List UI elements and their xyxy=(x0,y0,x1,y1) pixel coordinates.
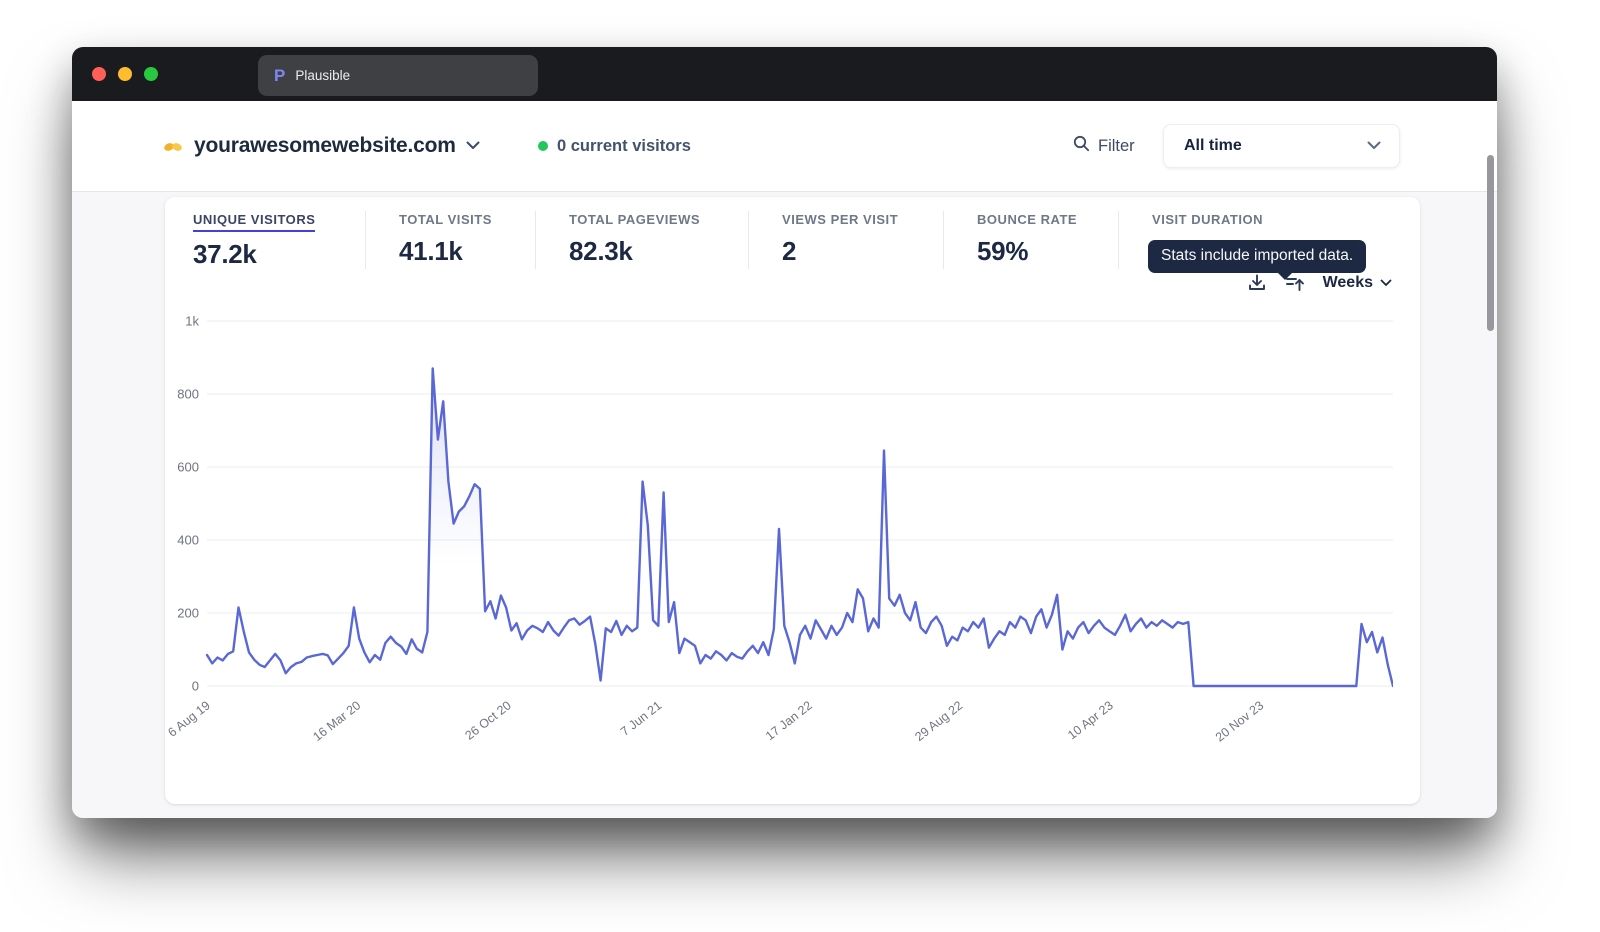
browser-tab[interactable]: P Plausible xyxy=(258,55,538,96)
page-content: yourawesomewebsite.com 0 current visitor… xyxy=(72,101,1497,818)
current-visitors-label: 0 current visitors xyxy=(557,137,691,156)
site-name: yourawesomewebsite.com xyxy=(194,134,456,158)
zoom-window-button[interactable] xyxy=(144,67,158,81)
online-status-dot-icon xyxy=(538,141,548,151)
minimize-window-button[interactable] xyxy=(118,67,132,81)
metric-value: 59% xyxy=(977,236,1118,267)
metric-tab-views-per-visit[interactable]: VIEWS PER VISIT 2 xyxy=(748,211,943,269)
chart-line xyxy=(207,368,1393,686)
filter-label: Filter xyxy=(1098,137,1135,156)
chevron-down-icon xyxy=(466,137,480,155)
stats-card: UNIQUE VISITORS37.2kTOTAL VISITS41.1kTOT… xyxy=(165,197,1420,804)
x-axis-tick: 16 Mar 20 xyxy=(310,698,363,744)
metric-label: UNIQUE VISITORS xyxy=(193,212,315,232)
metric-value: 37.2k xyxy=(193,239,365,270)
y-axis-tick: 600 xyxy=(177,460,199,475)
metric-label: TOTAL VISITS xyxy=(399,212,492,227)
x-axis-tick: 6 Aug 19 xyxy=(165,698,213,739)
date-range-value: All time xyxy=(1184,137,1242,155)
y-axis-tick: 1k xyxy=(185,314,199,329)
site-favicon-icon xyxy=(162,135,184,157)
metric-value: 41.1k xyxy=(399,236,535,267)
interval-value: Weeks xyxy=(1323,274,1373,292)
site-switcher[interactable]: yourawesomewebsite.com xyxy=(162,134,480,158)
close-window-button[interactable] xyxy=(92,67,106,81)
y-axis-tick: 200 xyxy=(177,606,199,621)
metric-label: VIEWS PER VISIT xyxy=(782,212,898,227)
x-axis-tick: 20 Nov 23 xyxy=(1213,698,1267,744)
plausible-logo-icon: P xyxy=(274,67,285,84)
tab-title: Plausible xyxy=(295,68,350,83)
dashboard-header: yourawesomewebsite.com 0 current visitor… xyxy=(72,101,1497,192)
filter-button[interactable]: Filter xyxy=(1073,135,1135,157)
metric-value: 82.3k xyxy=(569,236,748,267)
visitors-chart[interactable]: 0 200 400 600 800 1k 6 Aug 19 16 Mar 20 26 Oct 2… xyxy=(165,311,1393,781)
x-axis-tick: 29 Aug 22 xyxy=(912,698,965,744)
y-axis-tick: 0 xyxy=(192,679,199,694)
download-icon[interactable] xyxy=(1247,273,1267,293)
imported-data-tooltip: Stats include imported data. xyxy=(1148,240,1366,273)
metric-tab-total-pageviews[interactable]: TOTAL PAGEVIEWS 82.3k xyxy=(535,211,748,269)
window-controls xyxy=(92,67,158,81)
interval-select[interactable]: Weeks xyxy=(1323,274,1392,292)
metric-value: 2 xyxy=(782,236,943,267)
current-visitors[interactable]: 0 current visitors xyxy=(538,137,691,156)
metric-label: BOUNCE RATE xyxy=(977,212,1077,227)
search-icon xyxy=(1073,135,1090,157)
metric-tab-bounce-rate[interactable]: BOUNCE RATE 59% xyxy=(943,211,1118,269)
y-axis-tick: 400 xyxy=(177,533,199,548)
metric-label: TOTAL PAGEVIEWS xyxy=(569,212,700,227)
x-axis-tick: 10 Apr 23 xyxy=(1065,698,1116,742)
metric-tab-total-visits[interactable]: TOTAL VISITS 41.1k xyxy=(365,211,535,269)
browser-window: P Plausible yourawesomewebsite.com 0 xyxy=(72,47,1497,818)
chart-canvas[interactable]: 0 200 400 600 800 1k 6 Aug 19 16 Mar 20 26 Oct 2… xyxy=(165,311,1393,781)
vertical-scrollbar[interactable] xyxy=(1487,155,1494,331)
y-axis-tick: 800 xyxy=(177,387,199,402)
metric-label: VISIT DURATION xyxy=(1152,212,1263,227)
x-axis-tick: 17 Jan 22 xyxy=(763,698,815,743)
x-axis-tick: 26 Oct 20 xyxy=(463,698,514,742)
chevron-down-icon xyxy=(1367,137,1381,155)
chart-controls: Weeks xyxy=(1247,273,1392,293)
metric-tab-unique-visitors[interactable]: UNIQUE VISITORS 37.2k xyxy=(193,211,365,269)
tooltip-text: Stats include imported data. xyxy=(1161,247,1353,264)
x-axis-tick: 7 Jun 21 xyxy=(618,698,664,739)
date-range-select[interactable]: All time xyxy=(1163,124,1400,168)
browser-titlebar: P Plausible xyxy=(72,47,1497,101)
